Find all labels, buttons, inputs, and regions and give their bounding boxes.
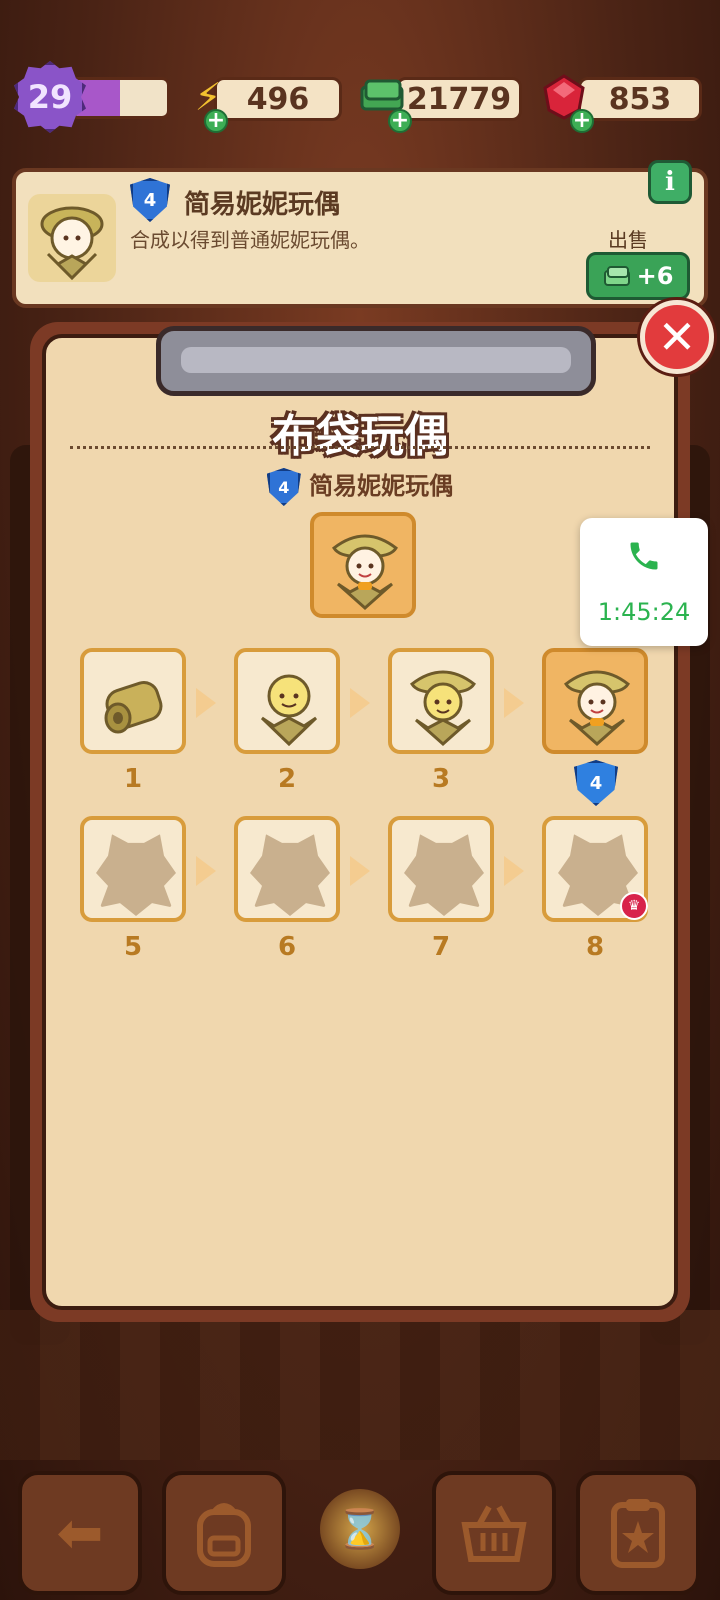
doll-lv3-art: [410, 670, 476, 747]
cash-icon: [603, 266, 630, 286]
doll-lv4-art: [332, 534, 398, 611]
cash-counter[interactable]: 21779: [396, 77, 522, 121]
sell-button[interactable]: +6: [586, 252, 690, 300]
fabric-roll-art: [104, 681, 163, 734]
featured-item-slot[interactable]: [310, 512, 416, 618]
evolution-arrow: [504, 688, 524, 718]
add-gems-button[interactable]: +: [570, 109, 594, 133]
info-button[interactable]: i: [648, 160, 692, 204]
sell-label: 出售: [608, 228, 648, 252]
back-arrow-icon: ⬅: [56, 1500, 104, 1566]
item-number: 2: [277, 764, 297, 794]
cash-value: 21779: [406, 81, 512, 117]
basket-icon: [461, 1505, 527, 1562]
crown-icon: ♛: [620, 892, 648, 920]
subtitle-text: 简易妮妮玩偶: [309, 472, 454, 500]
item-level-value: 4: [143, 189, 157, 211]
subtitle-level-shield-icon: 4: [266, 468, 301, 506]
backpack-button[interactable]: [162, 1471, 286, 1595]
clipboard-star-icon: [611, 1499, 665, 1568]
collection-clipboard-button[interactable]: [576, 1471, 700, 1595]
item-slot-7[interactable]: [388, 816, 494, 922]
call-duration: 1:45:24: [597, 598, 691, 626]
subtitle-level-value: 4: [278, 477, 290, 497]
item-number: 3: [431, 764, 451, 794]
item-slot-3[interactable]: [388, 648, 494, 754]
doll-lv2-art: [260, 674, 318, 747]
evolution-arrow: [196, 856, 216, 886]
clipboard-clip: [156, 326, 596, 396]
locked-silhouette-icon: [404, 834, 484, 916]
item-slot-5[interactable]: [80, 816, 186, 922]
top-bar: 29 496 ⚡ + 21779 + 853 +: [0, 55, 720, 145]
info-icon: i: [665, 167, 675, 197]
gem-value: 853: [608, 81, 672, 117]
background-shelf: [0, 1310, 720, 1460]
item-slot-4[interactable]: [542, 648, 648, 754]
panel-title: 布袋玩偶: [272, 411, 448, 462]
add-energy-button[interactable]: +: [204, 109, 228, 133]
energy-counter[interactable]: 496: [214, 77, 342, 121]
item-description: 合成以得到普通妮妮玩偶。: [130, 228, 370, 252]
collection-panel: 布袋玩偶 4 简易妮妮玩偶 1 2 3 4 ♛ 5 6 7 8: [30, 322, 690, 1322]
item-level-shield-icon: 4: [130, 178, 170, 222]
close-icon: ✕: [657, 310, 697, 364]
item-number: 6: [277, 932, 297, 962]
close-button[interactable]: ✕: [640, 300, 714, 374]
shop-basket-button[interactable]: [432, 1471, 556, 1595]
locked-silhouette-icon: [250, 834, 330, 916]
gem-counter[interactable]: 853: [578, 77, 702, 121]
item-slot-2[interactable]: [234, 648, 340, 754]
evolution-arrow: [196, 688, 216, 718]
evolution-arrow: [350, 856, 370, 886]
energy-value: 496: [246, 81, 310, 117]
doll-lv4-art: [564, 670, 630, 747]
collection-panel-inner: 布袋玩偶 4 简易妮妮玩偶 1 2 3 4 ♛ 5 6 7 8: [42, 326, 678, 1310]
current-level-value: 4: [589, 772, 603, 794]
item-thumbnail: [28, 194, 116, 282]
back-button[interactable]: ⬅: [18, 1471, 142, 1595]
item-info-banner: 4 简易妮妮玩偶 合成以得到普通妮妮玩偶。 i 出售 +6: [12, 160, 708, 308]
hourglass-icon: ⌛: [336, 1506, 384, 1551]
panel-subtitle: 4 简易妮妮玩偶: [46, 466, 674, 506]
item-slot-1[interactable]: [80, 648, 186, 754]
item-number: 8: [585, 932, 605, 962]
item-number: 7: [431, 932, 451, 962]
item-slot-6[interactable]: [234, 816, 340, 922]
item-title: 简易妮妮玩偶: [184, 190, 341, 220]
player-level-value: 29: [27, 78, 73, 116]
ongoing-call-card[interactable]: 1:45:24: [580, 518, 708, 646]
title-divider: [70, 446, 650, 449]
bottom-toolbar: ⬅ ⌛: [0, 1465, 720, 1600]
backpack-icon: [197, 1503, 251, 1567]
current-level-shield-icon: 4: [574, 760, 618, 806]
player-level-badge[interactable]: 29: [14, 61, 86, 133]
item-slot-8[interactable]: ♛: [542, 816, 648, 922]
locked-silhouette-icon: [96, 834, 176, 916]
phone-icon: [624, 536, 664, 576]
sell-value: +6: [636, 262, 674, 290]
item-number: 1: [123, 764, 143, 794]
item-number: 5: [123, 932, 143, 962]
evolution-arrow: [350, 688, 370, 718]
hourglass-button[interactable]: ⌛: [320, 1489, 400, 1569]
xp-progress-bar: [70, 77, 170, 119]
add-cash-button[interactable]: +: [388, 109, 412, 133]
evolution-arrow: [504, 856, 524, 886]
